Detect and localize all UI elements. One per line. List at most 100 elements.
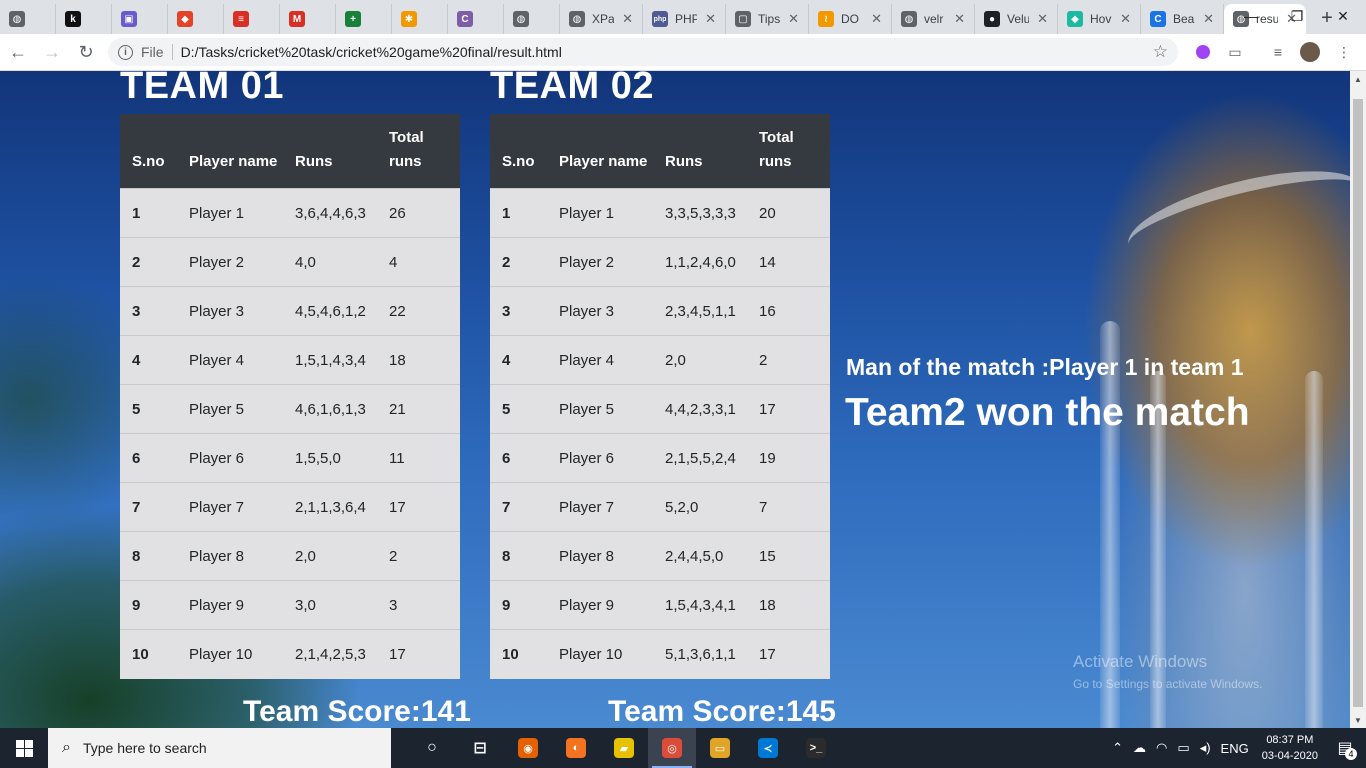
battery-icon[interactable]: ▭ — [1177, 740, 1189, 756]
cell-runs: 2,3,4,5,1,1 — [653, 286, 747, 336]
browser-tab[interactable]: ✱ — [392, 4, 448, 34]
column-header-sno: S.no — [120, 114, 177, 189]
browser-tab[interactable]: ≡ — [224, 4, 280, 34]
k-logo-icon: k — [65, 11, 81, 27]
taskbar-app-button[interactable]: ≺ — [744, 728, 792, 768]
taskbar-app-button[interactable]: ◐ — [552, 728, 600, 768]
close-window-button[interactable]: ✕ — [1320, 0, 1366, 32]
browser-tab[interactable]: M — [280, 4, 336, 34]
taskbar-app-button[interactable]: ○ — [408, 728, 456, 768]
reading-list-icon[interactable]: ≡ — [1268, 42, 1288, 62]
close-tab-icon[interactable]: ✕ — [954, 11, 965, 27]
browser-tab[interactable]: C Bea ✕ — [1141, 4, 1224, 34]
browser-tab[interactable]: ● Velu ✕ — [975, 4, 1058, 34]
wifi-icon[interactable]: ◠ — [1156, 740, 1167, 756]
bookmark-star-icon[interactable]: ☆ — [1153, 42, 1168, 62]
browser-tab[interactable]: + — [336, 4, 392, 34]
vertical-scrollbar[interactable]: ▲ ▼ — [1350, 71, 1366, 728]
minimize-button[interactable]: — — [1228, 0, 1274, 32]
table-row: 4 Player 4 1,5,1,4,3,4 18 — [120, 335, 460, 385]
action-center-button[interactable]: ▤ 4 — [1332, 736, 1358, 760]
taskbar-app-button[interactable]: ▭ — [696, 728, 744, 768]
browser-tab[interactable]: ◆ — [168, 4, 224, 34]
cell-player-name: Player 1 — [547, 188, 653, 238]
extension-purple-icon[interactable] — [1193, 42, 1213, 62]
reload-icon: ↻ — [78, 41, 94, 62]
cell-sno: 5 — [490, 384, 547, 434]
cast-icon[interactable]: ▭ — [1225, 42, 1245, 62]
timeline-icon: ⊟ — [470, 738, 490, 758]
cell-total-runs: 7 — [747, 482, 830, 532]
browser-tab[interactable]: ◍ — [0, 4, 56, 34]
browser-tab[interactable]: k — [56, 4, 112, 34]
browser-tab[interactable]: ▣ — [112, 4, 168, 34]
table-row: 5 Player 5 4,6,1,6,1,3 21 — [120, 384, 460, 434]
browser-tab[interactable]: C — [448, 4, 504, 34]
address-bar[interactable]: i File D:/Tasks/cricket%20task/cricket%2… — [108, 38, 1178, 66]
close-tab-icon[interactable]: ✕ — [705, 11, 716, 27]
taskbar-app-button[interactable]: ◉ — [504, 728, 552, 768]
cell-total-runs: 18 — [377, 335, 460, 385]
taskbar-apps: ○ ⊟ ◉ ◐ ▰ ◎ ▭ ≺ >_ — [408, 728, 840, 768]
close-tab-icon[interactable]: ✕ — [1203, 11, 1214, 27]
taskbar-app-button[interactable]: ◎ — [648, 728, 696, 768]
language-indicator[interactable]: ENG — [1221, 741, 1249, 756]
browser-tab[interactable]: ◍ XPa ✕ — [560, 4, 643, 34]
close-tab-icon[interactable]: ✕ — [1037, 11, 1048, 27]
taskbar-search-box[interactable]: ⌕ Type here to search — [48, 728, 391, 768]
maximize-button[interactable]: ❐ — [1274, 0, 1320, 32]
browser-tab[interactable]: ◍ velr ✕ — [892, 4, 975, 34]
cell-sno: 3 — [490, 286, 547, 336]
back-button[interactable]: ← — [2, 36, 34, 68]
php-icon: php — [652, 11, 668, 27]
scrollbar-thumb[interactable] — [1353, 99, 1363, 707]
reload-button[interactable]: ↻ — [70, 36, 102, 68]
url-text[interactable]: D:/Tasks/cricket%20task/cricket%20game%2… — [181, 44, 562, 60]
cell-runs: 4,0 — [283, 237, 377, 287]
cell-sno: 7 — [120, 482, 177, 532]
cell-runs: 3,0 — [283, 580, 377, 630]
profile-avatar[interactable] — [1300, 42, 1320, 62]
browser-tab[interactable]: ◍ — [504, 4, 560, 34]
browser-tab[interactable]: ◆ Hov ✕ — [1058, 4, 1141, 34]
team-1-total-score: Team Score:141 — [243, 695, 471, 728]
chrome-icon: ◎ — [662, 738, 682, 758]
cell-player-name: Player 3 — [177, 286, 283, 336]
table-row: 5 Player 5 4,4,2,3,3,1 17 — [490, 384, 830, 434]
clock[interactable]: 08:37 PM 03-04-2020 — [1262, 732, 1318, 764]
menu-kebab-icon[interactable]: ⋮ — [1334, 42, 1354, 62]
cell-runs: 1,5,5,0 — [283, 433, 377, 483]
cell-sno: 8 — [120, 531, 177, 581]
onedrive-cloud-icon[interactable]: ☁ — [1133, 740, 1146, 756]
taskbar-app-button[interactable]: >_ — [792, 728, 840, 768]
volume-icon[interactable]: ◂) — [1200, 740, 1211, 756]
close-tab-icon[interactable]: ✕ — [622, 11, 633, 27]
tab-strip: ◍ k ▣ ◆ ≡ M + ✱ C ◍ ◍ XPa ✕ php PHP ✕ ▢ Tips ✕ ≀ DO ✕ ◍ velr ✕ ● V… — [0, 0, 1366, 34]
info-icon[interactable]: i — [118, 44, 133, 60]
taskbar-app-button[interactable]: ▰ — [600, 728, 648, 768]
taskbar-app-button[interactable]: ⊟ — [456, 728, 504, 768]
cell-runs: 2,4,4,5,0 — [653, 531, 747, 581]
close-tab-icon[interactable]: ✕ — [788, 11, 799, 27]
cell-player-name: Player 1 — [177, 188, 283, 238]
search-icon: ⌕ — [62, 739, 71, 756]
cell-player-name: Player 9 — [547, 580, 653, 630]
scroll-down-arrow-icon[interactable]: ▼ — [1350, 712, 1366, 728]
browser-tab[interactable]: ≀ DO ✕ — [809, 4, 892, 34]
table-row: 10 Player 10 5,1,3,6,1,1 17 — [490, 629, 830, 679]
chevron-up-icon[interactable]: ⌃ — [1112, 740, 1123, 756]
cell-sno: 1 — [490, 188, 547, 238]
start-button[interactable] — [0, 728, 48, 768]
close-tab-icon[interactable]: ✕ — [1120, 11, 1131, 27]
close-tab-icon[interactable]: ✕ — [871, 11, 882, 27]
terminal-icon: >_ — [806, 738, 826, 758]
scroll-up-arrow-icon[interactable]: ▲ — [1350, 71, 1366, 87]
arrow-left-icon: ← — [9, 41, 27, 62]
column-header-player-name: Player name — [547, 114, 653, 189]
forward-button[interactable]: → — [36, 36, 68, 68]
browser-tab[interactable]: ▢ Tips ✕ — [726, 4, 809, 34]
browser-tab[interactable]: php PHP ✕ — [643, 4, 726, 34]
globe-icon: ◍ — [569, 11, 585, 27]
cell-sno: 9 — [120, 580, 177, 630]
cell-player-name: Player 7 — [547, 482, 653, 532]
